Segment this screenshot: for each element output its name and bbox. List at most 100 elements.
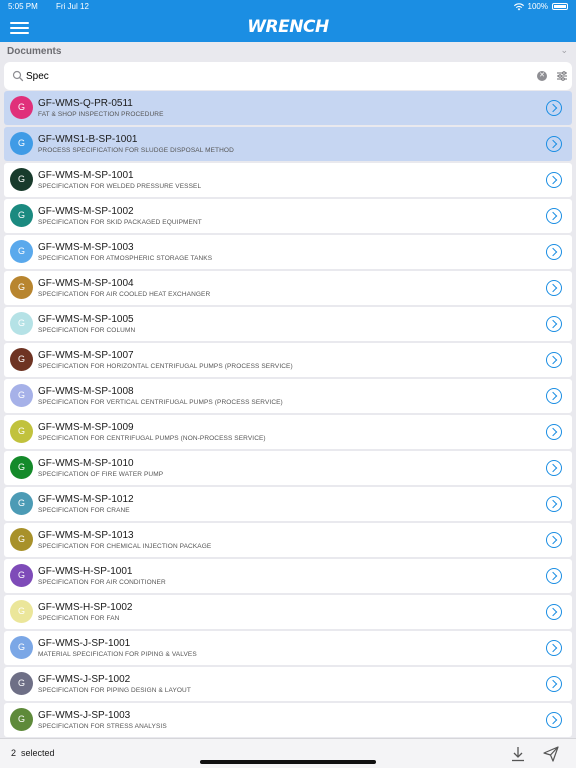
app-logo: WRENCH: [247, 17, 329, 37]
avatar: G: [10, 636, 33, 659]
send-icon[interactable]: [543, 746, 559, 762]
document-description: SPECIFICATION FOR PIPING DESIGN & LAYOUT: [38, 687, 191, 694]
chevron-down-icon[interactable]: ⌄: [560, 45, 568, 56]
search-icon: [12, 70, 24, 82]
chevron-right-circle-icon[interactable]: [546, 280, 562, 296]
avatar: G: [10, 312, 33, 335]
section-header[interactable]: Documents ⌄: [0, 42, 576, 62]
document-code: GF-WMS-J-SP-1001: [38, 638, 131, 649]
chevron-right-circle-icon[interactable]: [546, 316, 562, 332]
document-code: GF-WMS-J-SP-1002: [38, 674, 131, 685]
document-description: SPECIFICATION FOR CHEMICAL INJECTION PAC…: [38, 543, 212, 550]
document-row[interactable]: G GF-WMS-M-SP-1002 SPECIFICATION FOR SKID …: [4, 199, 572, 233]
home-indicator[interactable]: [200, 760, 376, 764]
document-list: G GF-WMS-Q-PR-0511 FAT & SHOP INSPECTION P…: [4, 91, 572, 739]
document-description: FAT & SHOP INSPECTION PROCEDURE: [38, 111, 164, 118]
document-row[interactable]: G GF-WMS-H-SP-1002 SPECIFICATION FOR FAN: [4, 595, 572, 629]
avatar: G: [10, 168, 33, 191]
document-code: GF-WMS-M-SP-1009: [38, 422, 134, 433]
chevron-right-circle-icon[interactable]: [546, 532, 562, 548]
download-icon[interactable]: [510, 746, 526, 762]
avatar: G: [10, 132, 33, 155]
document-description: PROCESS SPECIFICATION FOR SLUDGE DISPOSA…: [38, 147, 234, 154]
document-row[interactable]: G GF-WMS-M-SP-1010 SPECIFICATION OF FIRE W…: [4, 451, 572, 485]
document-code: GF-WMS-Q-PR-0511: [38, 98, 133, 109]
document-row[interactable]: G GF-WMS-M-SP-1008 SPECIFICATION FOR VERTI…: [4, 379, 572, 413]
selected-label: selected: [21, 748, 55, 758]
document-description: SPECIFICATION FOR AIR CONDITIONER: [38, 579, 166, 586]
document-code: GF-WMS-J-SP-1003: [38, 710, 131, 721]
document-description: SPECIFICATION OF FIRE WATER PUMP: [38, 471, 164, 478]
battery-icon: [552, 3, 568, 10]
document-code: GF-WMS-M-SP-1005: [38, 314, 134, 325]
document-description: SPECIFICATION FOR CRANE: [38, 507, 130, 514]
clear-search-icon[interactable]: ✕: [537, 71, 547, 81]
nav-bar: WRENCH: [0, 14, 576, 42]
selection-status: 2 selected: [11, 748, 55, 758]
document-row[interactable]: G GF-WMS1-B-SP-1001 PROCESS SPECIFICATION …: [4, 127, 572, 161]
chevron-right-circle-icon[interactable]: [546, 604, 562, 620]
document-code: GF-WMS-M-SP-1012: [38, 494, 134, 505]
document-description: SPECIFICATION FOR VERTICAL CENTRIFUGAL P…: [38, 399, 283, 406]
avatar: G: [10, 96, 33, 119]
chevron-right-circle-icon[interactable]: [546, 388, 562, 404]
chevron-right-circle-icon[interactable]: [546, 676, 562, 692]
document-row[interactable]: G GF-WMS-H-SP-1001 SPECIFICATION FOR AIR C…: [4, 559, 572, 593]
chevron-right-circle-icon[interactable]: [546, 244, 562, 260]
document-row[interactable]: G GF-WMS-M-SP-1005 SPECIFICATION FOR COLUM…: [4, 307, 572, 341]
status-bar: 5:05 PM Fri Jul 12 100%: [0, 0, 576, 14]
chevron-right-circle-icon[interactable]: [546, 424, 562, 440]
document-row[interactable]: G GF-WMS-M-SP-1004 SPECIFICATION FOR AIR C…: [4, 271, 572, 305]
avatar: G: [10, 600, 33, 623]
filter-icon[interactable]: [556, 70, 568, 82]
battery-percent: 100%: [527, 2, 548, 11]
chevron-right-circle-icon[interactable]: [546, 100, 562, 116]
document-code: GF-WMS1-B-SP-1001: [38, 134, 138, 145]
document-row[interactable]: G GF-WMS-M-SP-1003 SPECIFICATION FOR ATMOS…: [4, 235, 572, 269]
avatar: G: [10, 420, 33, 443]
document-row[interactable]: G GF-WMS-M-SP-1012 SPECIFICATION FOR CRANE: [4, 487, 572, 521]
avatar: G: [10, 204, 33, 227]
document-code: GF-WMS-M-SP-1013: [38, 530, 134, 541]
search-bar: ✕: [4, 62, 572, 90]
selected-count: 2: [11, 748, 17, 758]
document-row[interactable]: G GF-WMS-M-SP-1013 SPECIFICATION FOR CHEMI…: [4, 523, 572, 557]
document-row[interactable]: G GF-WMS-Q-PR-0511 FAT & SHOP INSPECTION P…: [4, 91, 572, 125]
chevron-right-circle-icon[interactable]: [546, 136, 562, 152]
avatar: G: [10, 384, 33, 407]
document-code: GF-WMS-M-SP-1008: [38, 386, 134, 397]
search-input[interactable]: [26, 67, 506, 85]
document-description: SPECIFICATION FOR ATMOSPHERIC STORAGE TA…: [38, 255, 213, 262]
avatar: G: [10, 528, 33, 551]
document-code: GF-WMS-H-SP-1002: [38, 602, 133, 613]
avatar: G: [10, 492, 33, 515]
chevron-right-circle-icon[interactable]: [546, 712, 562, 728]
document-row[interactable]: G GF-WMS-M-SP-1001 SPECIFICATION FOR WELDE…: [4, 163, 572, 197]
chevron-right-circle-icon[interactable]: [546, 172, 562, 188]
document-row[interactable]: G GF-WMS-J-SP-1001 MATERIAL SPECIFICATION …: [4, 631, 572, 665]
document-row[interactable]: G GF-WMS-J-SP-1003 SPECIFICATION FOR STRES…: [4, 703, 572, 737]
document-code: GF-WMS-M-SP-1010: [38, 458, 134, 469]
chevron-right-circle-icon[interactable]: [546, 460, 562, 476]
avatar: G: [10, 708, 33, 731]
document-description: SPECIFICATION FOR AIR COOLED HEAT EXCHAN…: [38, 291, 211, 298]
avatar: G: [10, 240, 33, 263]
document-code: GF-WMS-H-SP-1001: [38, 566, 133, 577]
document-description: SPECIFICATION FOR WELDED PRESSURE VESSEL: [38, 183, 202, 190]
document-code: GF-WMS-M-SP-1007: [38, 350, 134, 361]
chevron-right-circle-icon[interactable]: [546, 208, 562, 224]
avatar: G: [10, 672, 33, 695]
document-code: GF-WMS-M-SP-1004: [38, 278, 134, 289]
document-row[interactable]: G GF-WMS-M-SP-1007 SPECIFICATION FOR HORIZ…: [4, 343, 572, 377]
section-title: Documents: [7, 46, 62, 57]
chevron-right-circle-icon[interactable]: [546, 352, 562, 368]
chevron-right-circle-icon[interactable]: [546, 496, 562, 512]
document-code: GF-WMS-M-SP-1003: [38, 242, 134, 253]
status-time: 5:05 PM: [8, 2, 38, 11]
document-row[interactable]: G GF-WMS-M-SP-1009 SPECIFICATION FOR CENTR…: [4, 415, 572, 449]
status-date: Fri Jul 12: [56, 2, 89, 11]
chevron-right-circle-icon[interactable]: [546, 568, 562, 584]
document-row[interactable]: G GF-WMS-J-SP-1002 SPECIFICATION FOR PIPIN…: [4, 667, 572, 701]
chevron-right-circle-icon[interactable]: [546, 640, 562, 656]
document-code: GF-WMS-M-SP-1002: [38, 206, 134, 217]
